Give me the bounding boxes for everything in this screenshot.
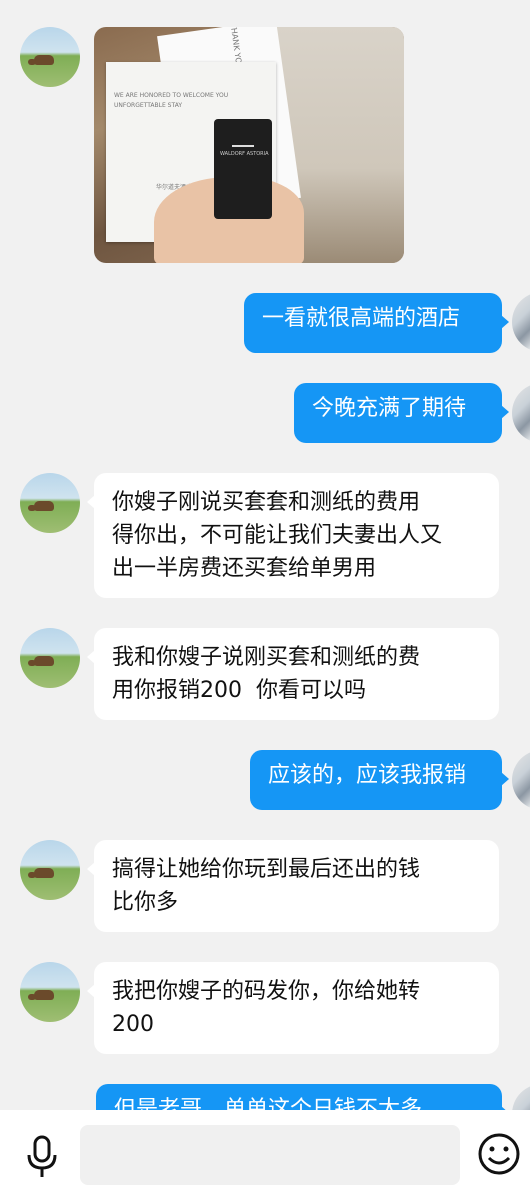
message-text: 今晚充满了期待 <box>312 396 467 421</box>
message-line: 我把你嫂子的码发你，你给她转 <box>112 979 421 1004</box>
sent-message[interactable]: 但是老哥，单单这个日钱不太多 <box>96 1084 509 1110</box>
sent-message[interactable]: 今晚充满了期待 <box>294 383 509 443</box>
message-input[interactable] <box>80 1125 460 1185</box>
sent-message[interactable]: 应该的，应该我报销 <box>250 750 509 810</box>
received-message[interactable]: 我和你嫂子说刚买套和测纸的费 用你报销200 你看可以吗 <box>87 628 499 720</box>
message-text: 一看就很高端的酒店 <box>262 306 461 331</box>
my-avatar[interactable] <box>512 1084 530 1110</box>
message-text: 但是老哥，单单这个日钱不太多 <box>114 1097 423 1110</box>
microphone-icon[interactable] <box>24 1135 60 1179</box>
sent-message[interactable]: 一看就很高端的酒店 <box>244 293 509 353</box>
contact-avatar[interactable] <box>20 27 80 87</box>
hotel-photo-message[interactable]: THANK YOU F WE ARE HONORED TO WELCOME YO… <box>94 27 404 263</box>
message-line: 用你报销200 你看可以吗 <box>112 678 366 703</box>
keycard-text: WALDORF ASTORIA <box>220 151 269 157</box>
received-message[interactable]: 你嫂子刚说买套套和测纸的费用 得你出，不可能让我们夫妻出人又 出一半房费还买套给… <box>87 473 499 598</box>
contact-avatar[interactable] <box>20 628 80 688</box>
input-bar <box>0 1110 530 1200</box>
message-line: 200 <box>112 1012 154 1037</box>
message-line: 得你出，不可能让我们夫妻出人又 <box>112 523 443 548</box>
my-avatar[interactable] <box>512 292 530 352</box>
received-message[interactable]: 搞得让她给你玩到最后还出的钱 比你多 <box>87 840 499 932</box>
contact-avatar[interactable] <box>20 473 80 533</box>
message-line: 比你多 <box>112 890 179 915</box>
card-text: WE ARE HONORED TO WELCOME YOU <box>114 92 229 99</box>
emoji-icon[interactable] <box>477 1132 521 1176</box>
message-line: 你嫂子刚说买套套和测纸的费用 <box>112 490 421 515</box>
message-text: 应该的，应该我报销 <box>268 763 467 788</box>
my-avatar[interactable] <box>512 750 530 810</box>
message-line: 搞得让她给你玩到最后还出的钱 <box>112 857 421 882</box>
card-text: UNFORGETTABLE STAY <box>114 102 182 109</box>
received-message[interactable]: 我把你嫂子的码发你，你给她转 200 <box>87 962 499 1054</box>
contact-avatar[interactable] <box>20 840 80 900</box>
contact-avatar[interactable] <box>20 962 80 1022</box>
message-line: 出一半房费还买套给单男用 <box>112 556 377 581</box>
chat-area: THANK YOU F WE ARE HONORED TO WELCOME YO… <box>0 0 530 1110</box>
my-avatar[interactable] <box>512 383 530 443</box>
room-keycard: WALDORF ASTORIA <box>214 119 272 219</box>
message-line: 我和你嫂子说刚买套和测纸的费 <box>112 645 421 670</box>
